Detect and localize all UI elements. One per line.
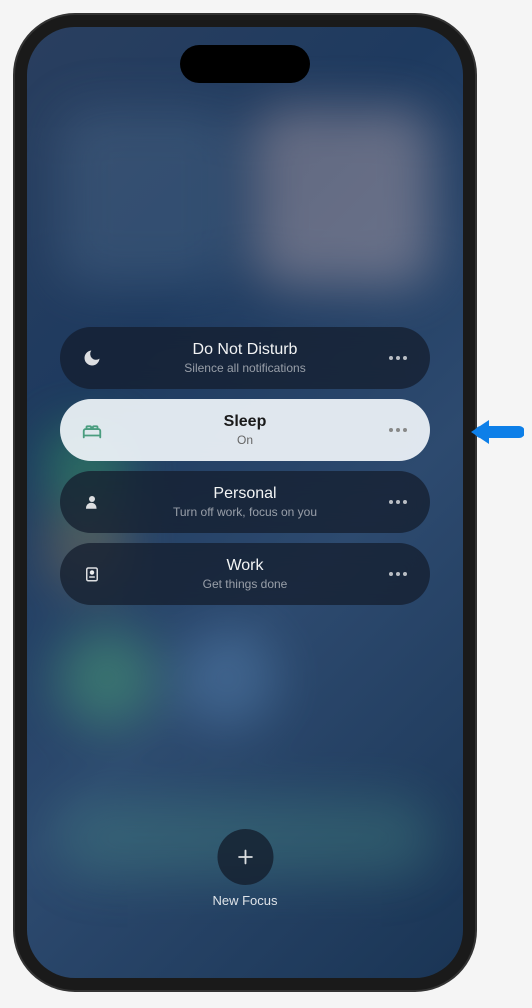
person-icon: [80, 490, 104, 514]
more-button[interactable]: [386, 346, 410, 370]
moon-icon: [80, 346, 104, 370]
new-focus-label: New Focus: [212, 893, 277, 908]
more-button[interactable]: [386, 562, 410, 586]
more-button[interactable]: [386, 490, 410, 514]
focus-title: Do Not Disturb: [104, 341, 386, 359]
focus-subtitle: Turn off work, focus on you: [104, 505, 386, 519]
ellipsis-icon: [389, 500, 407, 504]
callout-arrow-icon: [469, 415, 524, 450]
focus-title: Personal: [104, 485, 386, 503]
badge-icon: [80, 562, 104, 586]
bed-icon: [80, 418, 104, 442]
focus-subtitle: Silence all notifications: [104, 361, 386, 375]
phone-frame: Do Not Disturb Silence all notifications: [15, 15, 475, 990]
focus-list: Do Not Disturb Silence all notifications: [60, 327, 430, 605]
ellipsis-icon: [389, 572, 407, 576]
ellipsis-icon: [389, 356, 407, 360]
focus-title: Work: [104, 557, 386, 575]
new-focus-button[interactable]: New Focus: [212, 829, 277, 908]
phone-screen: Do Not Disturb Silence all notifications: [27, 27, 463, 978]
focus-work[interactable]: Work Get things done: [60, 543, 430, 605]
focus-subtitle: On: [104, 433, 386, 447]
more-button[interactable]: [386, 418, 410, 442]
dynamic-island: [180, 45, 310, 83]
plus-icon: [234, 846, 256, 868]
focus-sleep[interactable]: Sleep On: [60, 399, 430, 461]
focus-personal[interactable]: Personal Turn off work, focus on you: [60, 471, 430, 533]
focus-do-not-disturb[interactable]: Do Not Disturb Silence all notifications: [60, 327, 430, 389]
focus-subtitle: Get things done: [104, 577, 386, 591]
focus-overlay: Do Not Disturb Silence all notifications: [27, 27, 463, 978]
ellipsis-icon: [389, 428, 407, 432]
focus-title: Sleep: [104, 413, 386, 431]
